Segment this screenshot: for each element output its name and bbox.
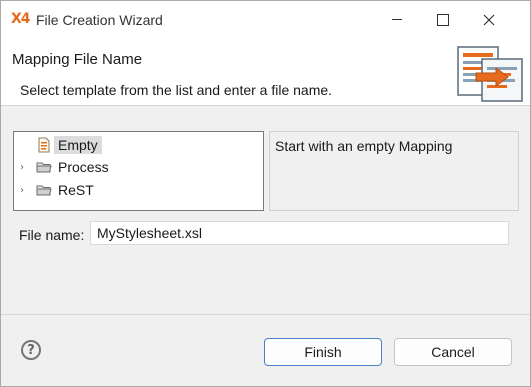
mapping-file-icon bbox=[457, 46, 523, 102]
template-description-panel: Start with an empty Mapping bbox=[269, 131, 519, 211]
wizard-window: X4 File Creation Wizard Mapping File Nam… bbox=[0, 0, 531, 387]
window-title: File Creation Wizard bbox=[36, 12, 163, 28]
template-tree[interactable]: Empty › Process › ReST bbox=[13, 131, 264, 211]
tree-item-label: Empty bbox=[54, 136, 102, 154]
maximize-button[interactable] bbox=[420, 1, 466, 38]
tree-item-process[interactable]: › Process bbox=[14, 156, 263, 178]
tree-item-label: ReST bbox=[58, 182, 94, 198]
maximize-icon bbox=[437, 13, 449, 26]
file-name-input[interactable] bbox=[90, 221, 509, 245]
tree-item-label: Process bbox=[58, 159, 109, 175]
close-button[interactable] bbox=[466, 1, 512, 38]
footer-divider bbox=[1, 314, 530, 315]
tree-item-rest[interactable]: › ReST bbox=[14, 179, 263, 201]
chevron-right-icon[interactable]: › bbox=[20, 162, 30, 173]
help-icon[interactable]: ? bbox=[21, 340, 41, 360]
close-icon bbox=[483, 14, 495, 25]
tree-item-empty[interactable]: Empty bbox=[14, 134, 263, 156]
template-description: Start with an empty Mapping bbox=[275, 138, 453, 154]
minimize-button[interactable] bbox=[374, 1, 420, 38]
file-name-label: File name: bbox=[19, 227, 85, 243]
minimize-icon bbox=[392, 19, 402, 20]
folder-icon bbox=[36, 162, 52, 173]
folder-icon bbox=[36, 185, 52, 196]
cancel-button[interactable]: Cancel bbox=[394, 338, 512, 366]
document-icon bbox=[38, 137, 50, 153]
page-title: Mapping File Name bbox=[12, 51, 143, 68]
chevron-right-icon[interactable]: › bbox=[20, 185, 30, 196]
app-logo-icon: X4 bbox=[11, 11, 31, 27]
finish-button[interactable]: Finish bbox=[264, 338, 382, 366]
page-description: Select template from the list and enter … bbox=[20, 82, 333, 98]
title-bar: X4 File Creation Wizard bbox=[1, 1, 530, 38]
wizard-header: Mapping File Name Select template from t… bbox=[1, 38, 530, 106]
